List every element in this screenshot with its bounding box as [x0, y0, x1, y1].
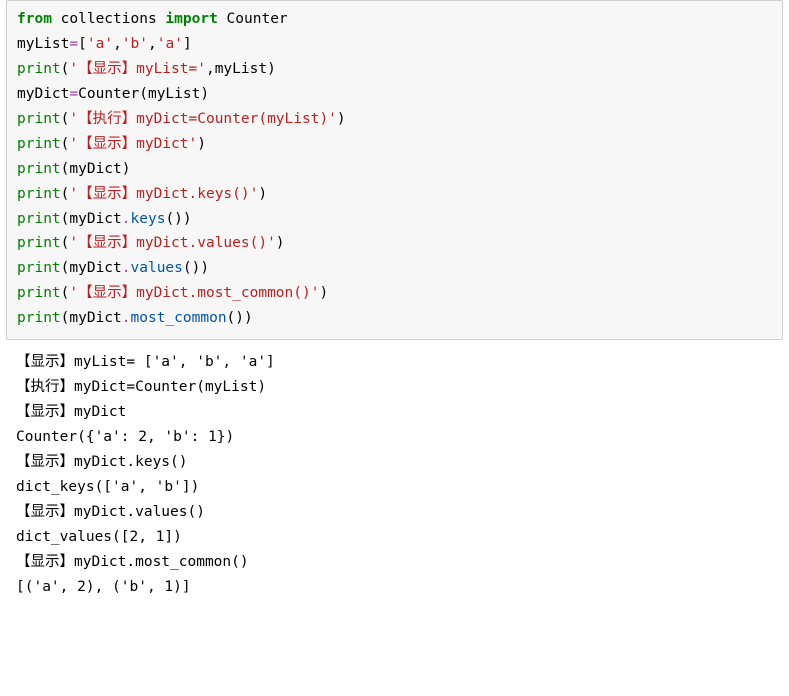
string-literal: '【执行】myDict=Counter(myList)' — [69, 111, 337, 127]
paren-close: ) — [267, 61, 276, 77]
method-most-common: most_common — [131, 310, 227, 326]
code-line-11: print(myDict.values()) — [17, 256, 772, 281]
paren: () — [165, 211, 182, 227]
code-line-10: print('【显示】myDict.values()') — [17, 231, 772, 256]
code-line-7: print(myDict) — [17, 157, 772, 182]
paren-close: ) — [244, 310, 253, 326]
code-line-6: print('【显示】myDict') — [17, 132, 772, 157]
output-line: 【显示】myDict.values() — [16, 500, 773, 525]
paren-close: ) — [122, 161, 131, 177]
fn-print: print — [17, 136, 61, 152]
output-line: 【执行】myDict=Counter(myList) — [16, 375, 773, 400]
var-name: myList — [17, 36, 69, 52]
str-a: 'a' — [87, 36, 113, 52]
code-line-8: print('【显示】myDict.keys()') — [17, 182, 772, 207]
code-line-2: myList=['a','b','a'] — [17, 32, 772, 57]
string-literal: '【显示】myList=' — [69, 61, 206, 77]
arg: myDict — [69, 161, 121, 177]
space — [52, 11, 61, 27]
fn-print: print — [17, 211, 61, 227]
code-line-1: from collections import Counter — [17, 7, 772, 32]
dot: . — [122, 310, 131, 326]
paren-close: ) — [197, 136, 206, 152]
call: Counter(myList) — [78, 86, 209, 102]
paren: () — [227, 310, 244, 326]
output-line: 【显示】myDict — [16, 400, 773, 425]
string-literal: '【显示】myDict.keys()' — [69, 186, 258, 202]
comma: , — [206, 61, 215, 77]
paren-close: ) — [319, 285, 328, 301]
arg: myList — [215, 61, 267, 77]
dot: . — [122, 211, 131, 227]
fn-print: print — [17, 310, 61, 326]
kw-from: from — [17, 11, 52, 27]
str-b: 'b' — [122, 36, 148, 52]
fn-print: print — [17, 61, 61, 77]
comma: , — [113, 36, 122, 52]
list-close: ] — [183, 36, 192, 52]
fn-print: print — [17, 260, 61, 276]
output-line: 【显示】myList= ['a', 'b', 'a'] — [16, 350, 773, 375]
fn-print: print — [17, 235, 61, 251]
output-line: 【显示】myDict.most_common() — [16, 550, 773, 575]
var-name: myDict — [17, 86, 69, 102]
code-line-9: print(myDict.keys()) — [17, 207, 772, 232]
method-keys: keys — [131, 211, 166, 227]
space — [218, 11, 227, 27]
paren-close: ) — [183, 211, 192, 227]
string-literal: '【显示】myDict.most_common()' — [69, 285, 319, 301]
paren-close: ) — [200, 260, 209, 276]
code-line-5: print('【执行】myDict=Counter(myList)') — [17, 107, 772, 132]
code-line-3: print('【显示】myList=',myList) — [17, 57, 772, 82]
code-line-12: print('【显示】myDict.most_common()') — [17, 281, 772, 306]
op-equal: = — [69, 86, 78, 102]
string-literal: '【显示】myDict' — [69, 136, 197, 152]
list-literal: [ — [78, 36, 87, 52]
kw-import: import — [165, 11, 217, 27]
dot: . — [122, 260, 131, 276]
str-a: 'a' — [157, 36, 183, 52]
method-values: values — [131, 260, 183, 276]
op-equal: = — [69, 36, 78, 52]
code-line-4: myDict=Counter(myList) — [17, 82, 772, 107]
fn-print: print — [17, 111, 61, 127]
comma: , — [148, 36, 157, 52]
output-line: 【显示】myDict.keys() — [16, 450, 773, 475]
output-line: dict_keys(['a', 'b']) — [16, 475, 773, 500]
module-name: collections — [61, 11, 157, 27]
fn-print: print — [17, 186, 61, 202]
obj: myDict — [69, 211, 121, 227]
paren-close: ) — [258, 186, 267, 202]
string-literal: '【显示】myDict.values()' — [69, 235, 275, 251]
fn-print: print — [17, 161, 61, 177]
output-line: [('a', 2), ('b', 1)] — [16, 575, 773, 600]
obj: myDict — [69, 310, 121, 326]
output-line: Counter({'a': 2, 'b': 1}) — [16, 425, 773, 450]
paren-close: ) — [337, 111, 346, 127]
paren: () — [183, 260, 200, 276]
paren-close: ) — [276, 235, 285, 251]
code-block: from collections import Counter myList=[… — [6, 0, 783, 340]
obj: myDict — [69, 260, 121, 276]
fn-print: print — [17, 285, 61, 301]
output-line: dict_values([2, 1]) — [16, 525, 773, 550]
output-block: 【显示】myList= ['a', 'b', 'a'] 【执行】myDict=C… — [6, 350, 783, 607]
class-name: Counter — [227, 11, 288, 27]
code-line-13: print(myDict.most_common()) — [17, 306, 772, 331]
